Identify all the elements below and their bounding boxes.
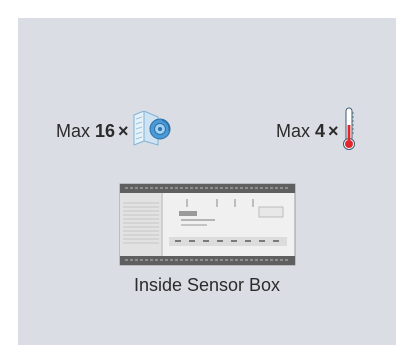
max-label: Max: [276, 120, 311, 141]
max-count: 16: [95, 120, 116, 141]
sensor-limit-right: Max 4 ×: [276, 107, 356, 156]
max-label: Max: [56, 120, 91, 141]
max-count: 4: [315, 120, 326, 141]
sensor-box-panel: Max 16 × Max 4 × Inside Sensor Box: [18, 18, 396, 345]
times-sign: ×: [328, 120, 339, 141]
thermometer-icon: [342, 107, 356, 156]
ventilation-sensor-icon: [132, 109, 172, 152]
din-rail-controller-icon: [119, 183, 296, 266]
times-sign: ×: [118, 120, 129, 141]
sensor-limit-left: Max 16 ×: [56, 108, 172, 154]
device-caption: Inside Sensor Box: [133, 275, 281, 295]
